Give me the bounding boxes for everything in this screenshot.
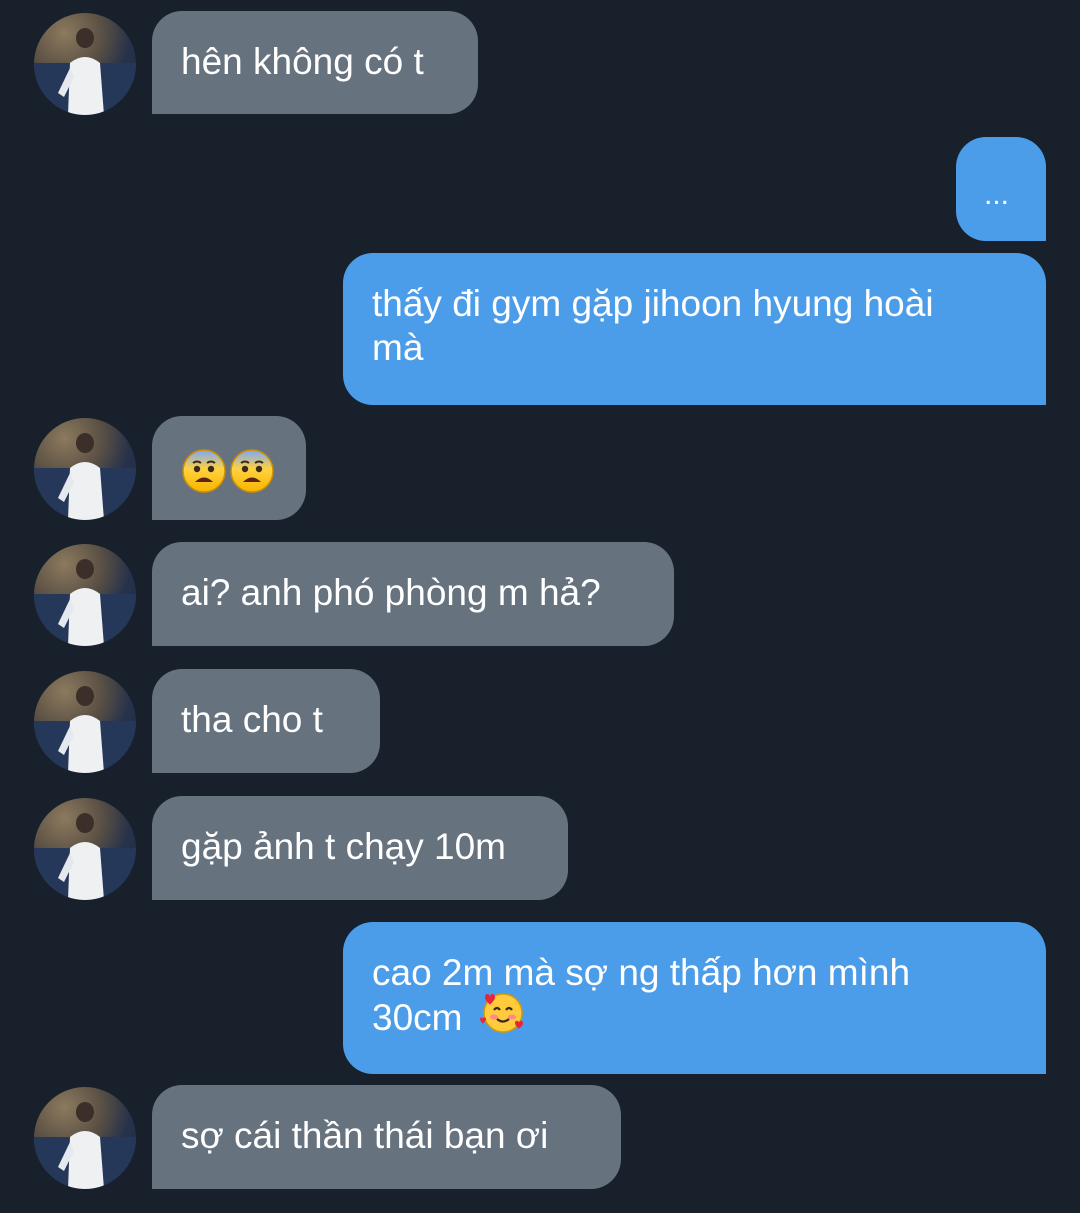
message-text-line: cao 2m mà sợ ng thấp hơn mình [372,952,911,993]
message-text: sợ cái thần thái bạn ơi [181,1115,549,1156]
avatar-photo-icon [34,28,136,115]
message-text: gặp ảnh t chạy 10m [181,826,506,867]
incoming-message-bubble[interactable]: sợ cái thần thái bạn ơi [152,1085,621,1189]
contact-avatar[interactable] [34,671,136,773]
message-text-line-2: 30cm [372,993,992,1045]
message-text: 30cm [372,996,463,1038]
avatar-photo-icon [34,559,136,646]
contact-avatar[interactable] [34,13,136,115]
avatar-photo-icon [34,433,136,520]
message-text: tha cho t [181,699,323,740]
message-text: ... [984,178,1010,211]
contact-avatar[interactable] [34,1087,136,1189]
message-text: ai? anh phó phòng m hả? [181,572,601,613]
smiling-face-with-hearts-icon [479,989,527,1045]
message-text: hên không có t [181,41,424,82]
avatar-photo-icon [34,686,136,773]
incoming-message-bubble[interactable]: ai? anh phó phòng m hả? [152,542,674,646]
incoming-message-bubble[interactable] [152,416,306,520]
incoming-message-bubble[interactable]: tha cho t [152,669,380,773]
outgoing-message-bubble[interactable]: ... [956,137,1046,241]
message-text: thấy đi gym gặp jihoon hyung hoài mà [372,283,934,368]
anxious-face-icon [229,448,275,504]
contact-avatar[interactable] [34,798,136,900]
outgoing-message-bubble[interactable]: cao 2m mà sợ ng thấp hơn mình 30cm [343,922,1046,1074]
incoming-message-bubble[interactable]: hên không có t [152,11,478,114]
contact-avatar[interactable] [34,544,136,646]
avatar-photo-icon [34,813,136,900]
outgoing-message-bubble[interactable]: thấy đi gym gặp jihoon hyung hoài mà [343,253,1046,405]
contact-avatar[interactable] [34,418,136,520]
avatar-photo-icon [34,1102,136,1189]
anxious-face-icon [181,448,227,504]
chat-thread: hên không có t ... thấy đi gym gặp jihoo… [0,0,1080,1213]
incoming-message-bubble[interactable]: gặp ảnh t chạy 10m [152,796,568,900]
